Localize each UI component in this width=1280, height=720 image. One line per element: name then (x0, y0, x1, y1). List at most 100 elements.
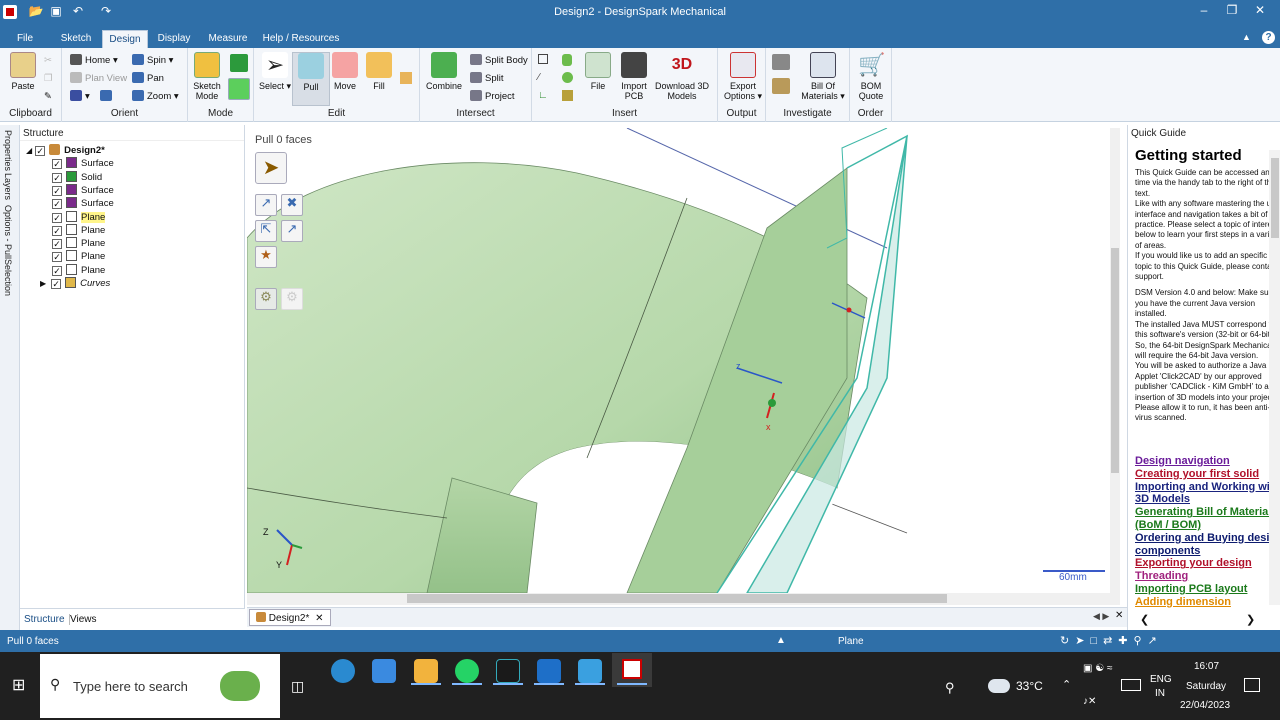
guide-link[interactable]: Design navigation (1135, 455, 1280, 468)
measure-tool-icon[interactable] (772, 78, 790, 94)
guide-link[interactable]: Generating Bill of Materials (BoM / BOM) (1135, 506, 1280, 532)
bill-of-materials-button[interactable]: Bill Of Materials ▾ (800, 52, 846, 101)
tab-options-pull[interactable]: Options - Pull (3, 205, 13, 259)
tab-scroll-icon[interactable]: ◀ ▶ (1093, 611, 1109, 622)
tab-display[interactable]: Display (152, 30, 196, 48)
tree-item[interactable]: ✓ Solid (52, 170, 102, 184)
fill-button[interactable]: Fill (360, 52, 398, 91)
collapse-ribbon-icon[interactable]: ▲ (1242, 32, 1251, 42)
edge-icon[interactable] (331, 659, 355, 683)
split-body-button[interactable]: Split Body (470, 54, 528, 68)
insert-file-button[interactable]: File (580, 52, 616, 91)
select-button[interactable]: ➢ Select ▾ (256, 52, 294, 91)
view-cube-button[interactable]: ▾ (70, 90, 115, 104)
ruler-icon[interactable]: ↗ (281, 220, 303, 242)
plane-insert-icon[interactable] (538, 54, 548, 64)
pull-button[interactable]: Pull (292, 52, 330, 106)
close-doc-icon[interactable]: ✕ (1115, 610, 1123, 621)
whatsapp-icon[interactable] (455, 659, 479, 683)
windows-start-icon[interactable]: ⊞ (12, 678, 28, 694)
axis-icon[interactable]: ∕ (538, 72, 548, 83)
close-icon[interactable]: ✕ (1246, 0, 1274, 22)
select-tool-icon[interactable]: ➤ (255, 152, 287, 184)
guide-link[interactable]: Threading (1135, 570, 1280, 583)
visibility-checkbox[interactable]: ✓ (52, 225, 62, 236)
notification-icon[interactable] (1244, 678, 1260, 692)
photos-icon[interactable] (578, 659, 602, 683)
home-button[interactable]: Home ▾ (70, 54, 118, 68)
tree-item[interactable]: ▶ ✓ Curves (40, 277, 110, 290)
help-icon[interactable]: ? (1262, 31, 1275, 44)
visibility-checkbox[interactable]: ✓ (52, 172, 62, 183)
guide-link[interactable]: Exporting your design (1135, 557, 1280, 570)
blend-icon[interactable] (400, 72, 412, 84)
vertical-scrollbar[interactable] (1110, 128, 1120, 593)
tree-item[interactable]: ✓ Surface (52, 157, 114, 170)
tree-item[interactable]: ✓ Plane (52, 210, 106, 224)
clock-date[interactable]: 22/04/2023 (1180, 700, 1230, 711)
taskbar-search[interactable]: ⚲ Type here to search (40, 654, 280, 718)
guide-link[interactable]: Adding dimension (1135, 596, 1280, 609)
clock-day[interactable]: Saturday (1186, 681, 1226, 692)
download-3d-models-button[interactable]: 3D Download 3D Models (652, 52, 712, 101)
3d-mode-icon[interactable] (228, 78, 250, 100)
paste-button[interactable]: Paste (4, 52, 42, 91)
revolve-icon[interactable]: ⚙ (255, 288, 277, 310)
split-button[interactable]: Split (470, 72, 503, 86)
tab-structure[interactable]: Structure (24, 614, 70, 625)
status-up-icon[interactable]: ▲ (776, 635, 786, 646)
task-view-icon[interactable]: ◫ (291, 678, 304, 695)
visibility-checkbox[interactable]: ✓ (52, 185, 62, 196)
move-button[interactable]: Move (326, 52, 364, 91)
tab-design[interactable]: Design (102, 30, 148, 48)
visibility-checkbox[interactable]: ✓ (52, 252, 62, 263)
guide-scroll-left-icon[interactable]: ❮ (1140, 613, 1149, 626)
tab-properties[interactable]: Properties (3, 130, 13, 171)
format-painter-icon[interactable]: ✎ (44, 90, 52, 104)
store-icon[interactable] (372, 659, 396, 683)
visibility-checkbox[interactable]: ✓ (52, 159, 62, 170)
check-geometry-icon[interactable] (772, 54, 790, 70)
visibility-checkbox[interactable]: ✓ (52, 199, 62, 210)
tab-views[interactable]: Views (70, 614, 97, 625)
minimize-icon[interactable]: – (1190, 0, 1218, 22)
tab-layers[interactable]: Layers (3, 173, 13, 200)
export-options-button[interactable]: Export Options ▾ (722, 52, 764, 101)
tree-item[interactable]: ✓ Plane (52, 223, 105, 237)
plane-anchor[interactable] (846, 307, 852, 313)
visibility-checkbox[interactable]: ✓ (35, 146, 46, 156)
bom-quote-button[interactable]: 🛒 BOM Quote (852, 52, 890, 101)
visibility-checkbox[interactable]: ✓ (52, 212, 62, 223)
clock-time[interactable]: 16:07 (1194, 661, 1219, 672)
sketch-mode-button[interactable]: Sketch Mode (188, 52, 226, 101)
people-icon[interactable]: ⚲ (945, 680, 955, 696)
keyboard-icon[interactable] (1121, 679, 1141, 691)
guide-scroll-right-icon[interactable]: ❯ (1246, 613, 1255, 626)
pivot-icon[interactable]: ✖ (281, 194, 303, 216)
outlook-icon[interactable] (537, 659, 561, 683)
guide-scrollbar[interactable] (1269, 150, 1280, 605)
sphere-icon[interactable] (562, 72, 573, 83)
tray-chevron-icon[interactable]: ⌃ (1062, 678, 1071, 691)
guide-link[interactable]: Ordering and Buying design components (1135, 532, 1280, 558)
pan-button[interactable]: Pan (132, 72, 164, 86)
cylinder-icon[interactable] (562, 54, 572, 66)
designspark-taskbar-button[interactable] (612, 653, 652, 687)
tree-item[interactable]: ✓ Plane (52, 237, 105, 250)
region[interactable]: IN (1155, 688, 1165, 699)
restore-icon[interactable]: ❐ (1218, 0, 1246, 22)
volume-icon[interactable]: ♪✕ (1083, 696, 1096, 707)
tree-item[interactable]: ✓ Surface (52, 183, 114, 197)
shell-icon[interactable] (562, 90, 573, 101)
status-toolbar-icons[interactable]: ↻➤□⇄✚⚲↗ (1060, 634, 1163, 647)
tree-item[interactable]: ✓ Plane (52, 250, 105, 263)
terminal-icon[interactable] (496, 659, 520, 683)
tree-item[interactable]: ✓ Plane (52, 263, 105, 277)
tree-root[interactable]: ◢ ✓ Design2* (26, 144, 105, 157)
tree-item[interactable]: ✓ Surface (52, 197, 114, 210)
language[interactable]: ENG (1150, 674, 1172, 685)
visibility-checkbox[interactable]: ✓ (51, 279, 62, 289)
file-explorer-icon[interactable] (414, 659, 438, 683)
plan-view-button[interactable]: Plan View (70, 72, 127, 86)
collapse-icon[interactable]: ◢ (26, 146, 32, 155)
